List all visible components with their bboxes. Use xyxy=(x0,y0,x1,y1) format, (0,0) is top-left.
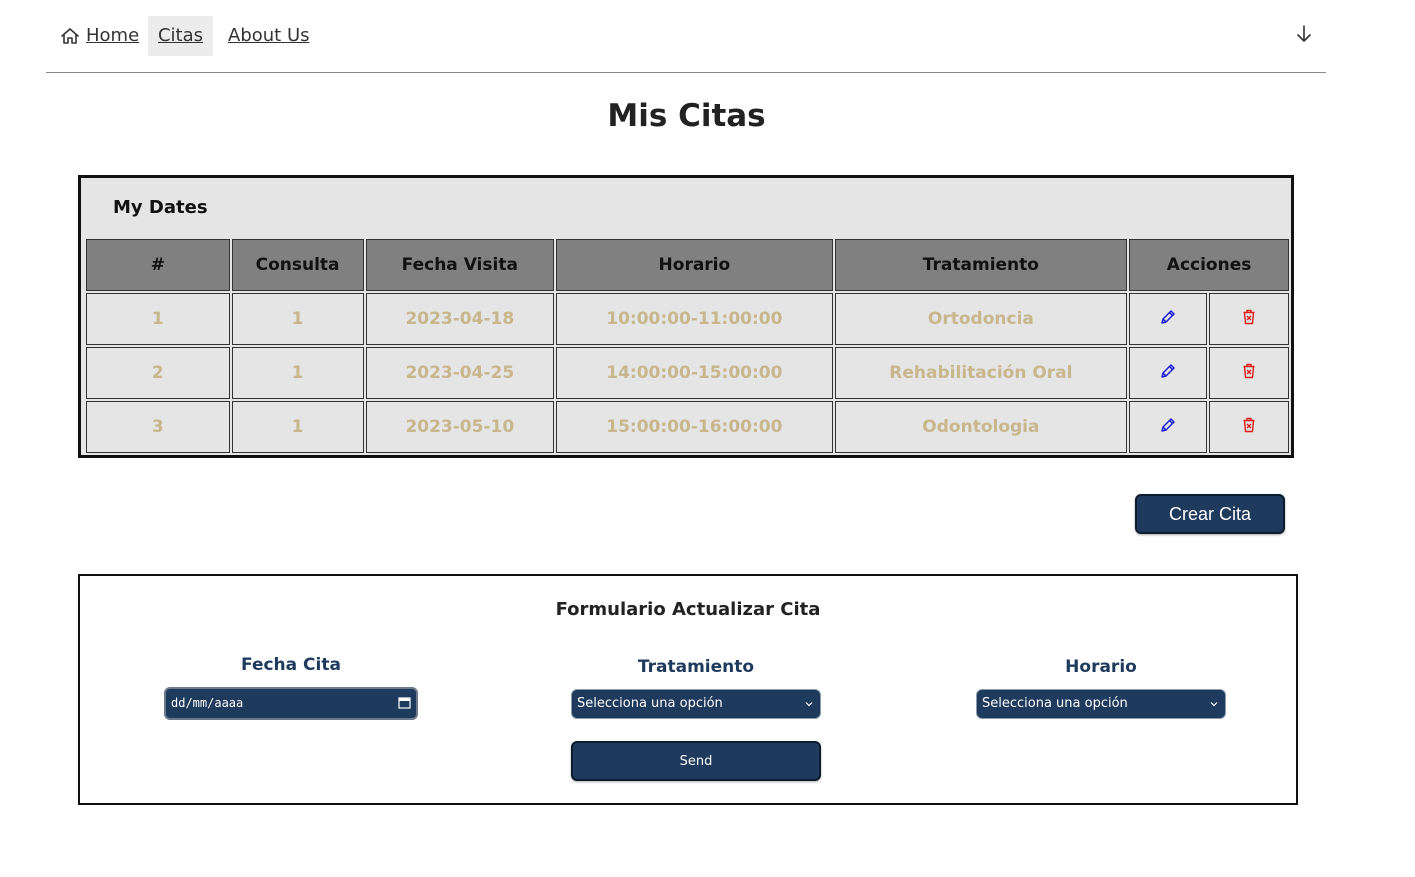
fecha-label: Fecha Cita xyxy=(241,655,341,675)
home-icon xyxy=(61,28,79,44)
top-nav: Home Citas About Us xyxy=(46,16,1326,73)
nav-citas-link[interactable]: Citas xyxy=(148,16,213,56)
cell-edit xyxy=(1129,401,1208,453)
cell-horario: 10:00:00-11:00:00 xyxy=(556,293,833,345)
table-caption: My Dates xyxy=(113,197,208,218)
header-tratamiento: Tratamiento xyxy=(834,239,1128,291)
cell-delete xyxy=(1209,293,1289,345)
table-row: 2 1 2023-04-25 14:00:00-15:00:00 Rehabil… xyxy=(86,347,1289,399)
cell-consulta: 1 xyxy=(231,293,364,345)
pencil-icon xyxy=(1161,363,1175,378)
header-acciones: Acciones xyxy=(1129,239,1289,291)
trash-icon xyxy=(1243,363,1255,378)
delete-button[interactable] xyxy=(1241,309,1257,325)
page-title: Mis Citas xyxy=(607,98,766,134)
crear-cita-button[interactable]: Crear Cita xyxy=(1135,494,1285,534)
header-num: # xyxy=(86,239,230,291)
update-appointment-form: Formulario Actualizar Cita Fecha Cita dd… xyxy=(78,574,1298,805)
tratamiento-select[interactable]: Selecciona una opción xyxy=(571,689,821,719)
delete-button[interactable] xyxy=(1241,417,1257,433)
cell-delete xyxy=(1209,401,1289,453)
edit-button[interactable] xyxy=(1160,417,1176,433)
cell-tratamiento: Ortodoncia xyxy=(834,293,1128,345)
cell-edit xyxy=(1129,347,1208,399)
arrow-down-icon[interactable] xyxy=(1296,25,1312,43)
fecha-date-input[interactable]: dd/mm/aaaa xyxy=(164,687,418,720)
table-row: 1 1 2023-04-18 10:00:00-11:00:00 Ortodon… xyxy=(86,293,1289,345)
nav-home-link[interactable]: Home xyxy=(58,16,139,56)
cell-fecha: 2023-04-18 xyxy=(365,293,555,345)
cell-edit xyxy=(1129,293,1208,345)
horario-select[interactable]: Selecciona una opción xyxy=(976,689,1226,719)
edit-button[interactable] xyxy=(1160,309,1176,325)
cell-delete xyxy=(1209,347,1289,399)
chevron-down-icon xyxy=(805,702,813,707)
edit-button[interactable] xyxy=(1160,363,1176,379)
chevron-down-icon xyxy=(1210,702,1218,707)
fecha-placeholder: dd/mm/aaaa xyxy=(171,696,244,710)
trash-icon xyxy=(1243,309,1255,324)
cell-num: 2 xyxy=(86,347,230,399)
header-consulta: Consulta xyxy=(231,239,364,291)
header-fecha: Fecha Visita xyxy=(365,239,555,291)
send-button[interactable]: Send xyxy=(571,741,821,781)
cell-num: 1 xyxy=(86,293,230,345)
horario-label: Horario xyxy=(1065,657,1137,677)
cell-num: 3 xyxy=(86,401,230,453)
dates-table: # Consulta Fecha Visita Horario Tratamie… xyxy=(84,237,1291,455)
trash-icon xyxy=(1243,417,1255,432)
table-header-row: # Consulta Fecha Visita Horario Tratamie… xyxy=(86,239,1289,291)
tratamiento-selected-value: Selecciona una opción xyxy=(577,696,723,711)
tratamiento-label: Tratamiento xyxy=(637,657,755,677)
horario-selected-value: Selecciona una opción xyxy=(982,696,1128,711)
cell-fecha: 2023-05-10 xyxy=(365,401,555,453)
pencil-icon xyxy=(1161,417,1175,432)
header-horario: Horario xyxy=(556,239,833,291)
cell-horario: 15:00:00-16:00:00 xyxy=(556,401,833,453)
dates-table-card: My Dates # Consulta Fecha Visita Horario… xyxy=(78,175,1294,458)
calendar-icon[interactable] xyxy=(398,696,411,709)
cell-consulta: 1 xyxy=(231,401,364,453)
cell-tratamiento: Rehabilitación Oral xyxy=(834,347,1128,399)
nav-home-label: Home xyxy=(86,25,140,46)
form-title: Formulario Actualizar Cita xyxy=(555,599,821,620)
cell-horario: 14:00:00-15:00:00 xyxy=(556,347,833,399)
cell-consulta: 1 xyxy=(231,347,364,399)
pencil-icon xyxy=(1161,309,1175,324)
nav-about-link[interactable]: About Us xyxy=(228,16,310,56)
table-row: 3 1 2023-05-10 15:00:00-16:00:00 Odontol… xyxy=(86,401,1289,453)
cell-fecha: 2023-04-25 xyxy=(365,347,555,399)
delete-button[interactable] xyxy=(1241,363,1257,379)
cell-tratamiento: Odontologia xyxy=(834,401,1128,453)
